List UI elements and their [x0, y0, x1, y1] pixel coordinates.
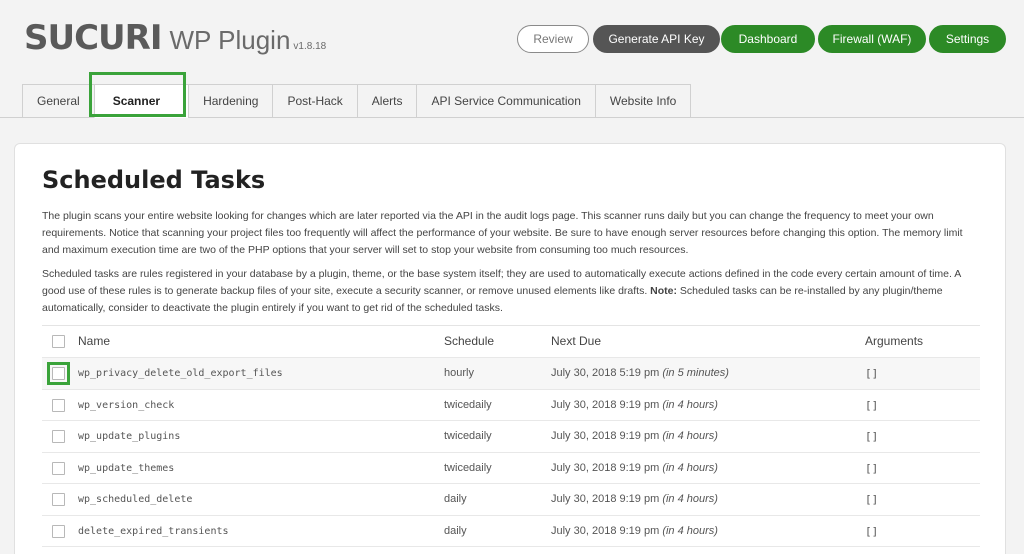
table-row: wp_version_check twicedaily July 30, 201…	[42, 390, 980, 421]
page-title: Scheduled Tasks	[42, 166, 266, 194]
generate-api-key-button[interactable]: Generate API Key	[593, 25, 720, 53]
column-header-name[interactable]: Name	[78, 326, 110, 357]
scheduled-tasks-panel: Scheduled Tasks The plugin scans your en…	[14, 143, 1006, 554]
task-arguments: []	[865, 398, 879, 412]
row-checkbox[interactable]	[52, 524, 65, 538]
tab-hardening[interactable]: Hardening	[188, 84, 273, 118]
next-due-date: July 30, 2018 5:19 pm	[551, 367, 660, 379]
task-name: wp_update_themes	[78, 462, 175, 474]
next-due-date: July 30, 2018 9:19 pm	[551, 493, 660, 505]
column-header-next-due[interactable]: Next Due	[551, 326, 601, 357]
row-checkbox[interactable]	[52, 430, 65, 443]
note-label: Note:	[650, 285, 678, 297]
next-due-date: July 30, 2018 9:19 pm	[551, 461, 660, 474]
column-header-schedule[interactable]: Schedule	[444, 326, 494, 357]
next-due-relative: (in 4 hours)	[662, 461, 718, 474]
logo-brand: SUCURI	[24, 18, 162, 58]
logo-version: v1.8.18	[293, 41, 327, 52]
task-schedule: twicedaily	[444, 398, 492, 411]
row-checkbox[interactable]	[52, 461, 65, 475]
firewall-button[interactable]: Firewall (WAF)	[818, 25, 926, 53]
task-next-due: July 30, 2018 9:19 pm (in 4 hours)	[551, 516, 718, 547]
tab-website-info[interactable]: Website Info	[594, 84, 692, 118]
table-row: wp_update_plugins twicedaily July 30, 20…	[42, 421, 980, 453]
task-name: wp_scheduled_delete	[78, 494, 193, 505]
task-arguments: []	[865, 430, 879, 443]
table-row: wp_privacy_delete_old_export_files hourl…	[42, 358, 980, 390]
next-due-date: July 30, 2018 9:19 pm	[551, 430, 660, 442]
task-name: wp_privacy_delete_old_export_files	[78, 368, 283, 379]
task-schedule: twicedaily	[444, 461, 492, 474]
tab-api-service-communication[interactable]: API Service Communication	[416, 84, 595, 118]
task-next-due: July 30, 2018 9:19 pm (in 4 hours)	[551, 484, 718, 515]
task-schedule: twicedaily	[444, 430, 492, 442]
plugin-header: SUCURI WP Plugin v1.8.18 Review Generate…	[0, 0, 1024, 76]
column-header-arguments[interactable]: Arguments	[865, 326, 923, 357]
scheduled-tasks-table: Name Schedule Next Due Arguments wp_priv…	[42, 325, 980, 547]
logo-product: WP Plugin	[169, 25, 291, 55]
task-arguments: []	[865, 493, 879, 506]
tab-alerts[interactable]: Alerts	[356, 84, 417, 118]
dashboard-button[interactable]: Dashboard	[721, 25, 815, 53]
review-button[interactable]: Review	[517, 25, 589, 53]
next-due-relative: (in 4 hours)	[662, 430, 718, 442]
task-next-due: July 30, 2018 5:19 pm (in 5 minutes)	[551, 358, 729, 389]
next-due-date: July 30, 2018 9:19 pm	[551, 398, 660, 411]
task-next-due: July 30, 2018 9:19 pm (in 4 hours)	[551, 421, 718, 452]
task-schedule: daily	[444, 524, 467, 537]
task-arguments: []	[865, 367, 879, 380]
task-name: delete_expired_transients	[78, 525, 229, 537]
task-arguments: []	[865, 461, 879, 475]
tab-general[interactable]: General	[22, 84, 94, 118]
table-row: delete_expired_transients daily July 30,…	[42, 516, 980, 547]
task-schedule: daily	[444, 493, 467, 505]
next-due-date: July 30, 2018 9:19 pm	[551, 524, 660, 537]
scheduled-tasks-description: Scheduled tasks are rules registered in …	[42, 266, 977, 317]
next-due-relative: (in 4 hours)	[662, 524, 718, 537]
table-header-row: Name Schedule Next Due Arguments	[42, 326, 980, 358]
tab-post-hack[interactable]: Post-Hack	[272, 84, 357, 118]
table-row: wp_update_themes twicedaily July 30, 201…	[42, 453, 980, 484]
next-due-relative: (in 4 hours)	[662, 398, 718, 411]
checkbox-highlight	[47, 362, 70, 385]
next-due-relative: (in 5 minutes)	[662, 367, 729, 379]
table-row: wp_scheduled_delete daily July 30, 2018 …	[42, 484, 980, 516]
task-next-due: July 30, 2018 9:19 pm (in 4 hours)	[551, 390, 718, 421]
scanner-description: The plugin scans your entire website loo…	[42, 210, 963, 256]
task-name: wp_version_check	[78, 399, 175, 411]
scanner-tab-highlight	[89, 72, 186, 117]
task-arguments: []	[865, 524, 879, 538]
task-schedule: hourly	[444, 367, 474, 379]
task-name: wp_update_plugins	[78, 431, 181, 442]
sucuri-logo: SUCURI WP Plugin v1.8.18	[24, 18, 326, 58]
next-due-relative: (in 4 hours)	[662, 493, 718, 505]
row-checkbox[interactable]	[52, 493, 65, 506]
task-next-due: July 30, 2018 9:19 pm (in 4 hours)	[551, 453, 718, 484]
row-checkbox[interactable]	[52, 398, 65, 412]
select-all-checkbox[interactable]	[52, 335, 65, 348]
settings-button[interactable]: Settings	[929, 25, 1006, 53]
